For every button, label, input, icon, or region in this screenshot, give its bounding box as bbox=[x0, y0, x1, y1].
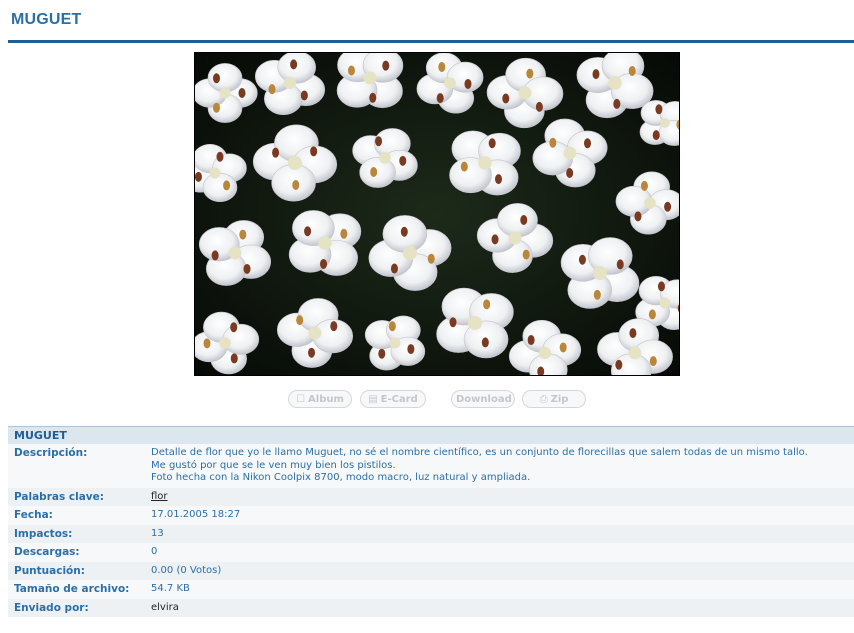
filesize-label: Tamaño de archivo: bbox=[14, 583, 130, 595]
hits-row: Impactos: 13 bbox=[8, 524, 854, 543]
ecard-button[interactable]: ▤ E-Card bbox=[360, 390, 426, 408]
download-button[interactable]: Download bbox=[451, 390, 515, 408]
keywords-label: Palabras clave: bbox=[14, 490, 104, 503]
flower-photo-image bbox=[195, 53, 679, 375]
filesize-row: Tamaño de archivo: 54.7 KB bbox=[8, 580, 854, 599]
sender-row: Enviado por: elvira bbox=[8, 598, 854, 617]
zip-icon: ⎙ bbox=[539, 394, 548, 405]
date-label: Fecha: bbox=[14, 509, 53, 521]
date-row: Fecha: 17.01.2005 18:27 bbox=[8, 506, 854, 525]
date-value: 17.01.2005 18:27 bbox=[151, 509, 241, 520]
rating-value: 0.00 (0 Votos) bbox=[151, 564, 222, 576]
page-title: MUGUET bbox=[11, 11, 82, 28]
hits-value: 13 bbox=[151, 527, 164, 539]
image-details-table: MUGUET Descripción: Detalle de flor que … bbox=[8, 426, 854, 617]
downloads-value: 0 bbox=[151, 546, 158, 557]
album-icon: ☐ bbox=[296, 394, 306, 405]
keyword-link[interactable]: flor bbox=[151, 491, 168, 502]
rating-row: Puntuación: 0.00 (0 Votos) bbox=[8, 561, 854, 580]
action-bar: ☐ Album ▤ E-Card Download ⎙ Zip bbox=[0, 390, 854, 410]
downloads-row: Descargas: 0 bbox=[8, 543, 854, 562]
filesize-value: 54.7 KB bbox=[151, 583, 190, 594]
title-bar: MUGUET bbox=[0, 0, 854, 44]
photo[interactable] bbox=[194, 52, 680, 376]
sender-value: elvira bbox=[151, 601, 179, 613]
description-label: Descripción: bbox=[14, 447, 88, 459]
sender-label: Enviado por: bbox=[14, 601, 89, 614]
hits-label: Impactos: bbox=[14, 527, 73, 540]
rating-label: Puntuación: bbox=[14, 564, 85, 577]
description-value: Detalle de flor que yo le llamo Muguet, … bbox=[151, 447, 808, 483]
zip-button[interactable]: ⎙ Zip bbox=[522, 390, 586, 408]
downloads-label: Descargas: bbox=[14, 546, 80, 558]
ecard-icon: ▤ bbox=[368, 394, 378, 405]
album-button[interactable]: ☐ Album bbox=[288, 390, 352, 408]
description-row: Descripción: Detalle de flor que yo le l… bbox=[8, 444, 854, 488]
details-heading: MUGUET bbox=[8, 427, 854, 444]
keywords-row: Palabras clave: flor bbox=[8, 487, 854, 506]
title-divider bbox=[8, 40, 854, 43]
